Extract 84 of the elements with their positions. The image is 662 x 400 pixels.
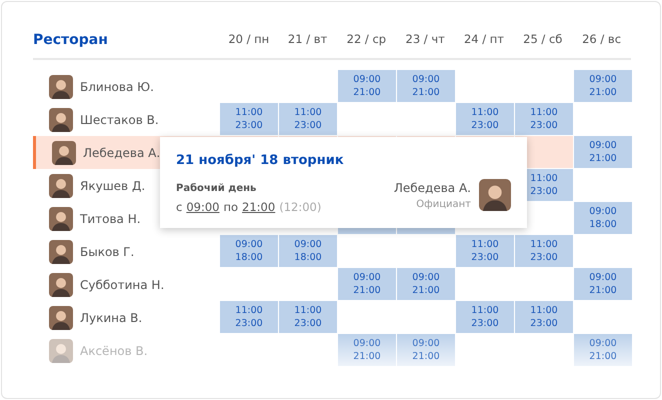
employee-name: Аксёнов В.	[80, 342, 148, 360]
shift-start: 11:00	[294, 304, 322, 317]
employee-name: Титова Н.	[80, 210, 141, 228]
shift-end: 21:00	[353, 284, 381, 297]
shift-end: 21:00	[412, 86, 440, 99]
shift-start: 09:00	[353, 271, 381, 284]
shift-start: 09:00	[589, 271, 617, 284]
avatar-icon	[49, 108, 73, 132]
shift-start: 09:00	[294, 238, 322, 251]
shift-start: 09:00	[412, 271, 440, 284]
shift-end: 21:00	[353, 350, 381, 363]
shift-start: 11:00	[294, 106, 322, 119]
shift-end: 23:00	[294, 119, 322, 132]
to-label: по	[223, 198, 238, 216]
popup-date: 21 ноября' 18 вторник	[176, 152, 345, 170]
popup-label: Рабочий день	[176, 182, 258, 196]
shift-start: 09:00	[589, 73, 617, 86]
section-title: Ресторан	[33, 30, 109, 50]
shift-start: 11:00	[530, 172, 558, 185]
shift-end: 23:00	[530, 317, 558, 330]
day-header: 26 / вс	[581, 31, 622, 48]
avatar-icon	[479, 179, 511, 211]
day-header: 20 / пн	[227, 31, 270, 48]
avatar-icon	[49, 174, 73, 198]
avatar-icon	[49, 306, 73, 330]
shift-end: 23:00	[471, 251, 499, 264]
shift-end: 23:00	[530, 251, 558, 264]
day-header: 22 / ср	[346, 31, 388, 48]
avatar-icon	[49, 338, 73, 362]
shift-end: 21:00	[353, 86, 381, 99]
avatar-icon	[52, 140, 76, 164]
employee-name: Лукина В.	[80, 310, 142, 326]
shift-end: 21:00	[589, 86, 617, 99]
shift-end: 18:00	[589, 218, 617, 231]
shift-end: 21:00	[412, 284, 440, 297]
day-header: 24 / пт	[462, 31, 505, 48]
shift-end: 21:00	[412, 350, 440, 363]
start-time: 09:00	[186, 198, 220, 216]
from-label: с	[176, 198, 182, 216]
shift-end: 18:00	[235, 251, 263, 264]
shift-start: 11:00	[471, 304, 499, 317]
shift-start: 11:00	[530, 106, 558, 119]
employee-name: Лебедева А.	[83, 144, 160, 162]
shift-start: 11:00	[235, 304, 263, 317]
shift-end: 23:00	[294, 317, 322, 330]
avatar-icon	[49, 240, 73, 264]
avatar-icon	[49, 272, 73, 296]
shift-end: 23:00	[530, 185, 558, 198]
duration-text: (12:00)	[279, 198, 322, 216]
shift-end: 23:00	[235, 317, 263, 330]
shift-start: 09:00	[235, 238, 263, 251]
employee-name: Блинова Ю.	[80, 78, 154, 96]
shift-start: 09:00	[589, 139, 617, 152]
employee-name: Якушев Д.	[80, 178, 146, 194]
shift-end: 23:00	[530, 119, 558, 132]
shift-end: 23:00	[471, 119, 499, 132]
avatar-icon	[49, 74, 73, 98]
shift-start: 09:00	[353, 337, 381, 350]
shift-start: 11:00	[471, 238, 499, 251]
shift-end: 21:00	[589, 284, 617, 297]
popup-role: Официант	[416, 198, 471, 212]
end-time: 21:00	[242, 198, 276, 216]
shift-start: 11:00	[471, 106, 499, 119]
employee-name: Быков Г.	[80, 244, 134, 260]
shift-end: 23:00	[235, 119, 263, 132]
day-header: 25 / сб	[522, 31, 564, 48]
shift-start: 09:00	[412, 337, 440, 350]
shift-end: 21:00	[589, 152, 617, 165]
shift-end: 23:00	[471, 317, 499, 330]
avatar-icon	[49, 206, 73, 230]
shift-start: 09:00	[589, 337, 617, 350]
popup-employee: Лебедева А.	[394, 180, 471, 196]
shift-start: 11:00	[530, 238, 558, 251]
shift-end: 18:00	[294, 251, 322, 264]
day-header: 21 / вт	[286, 31, 328, 48]
employee-name: Шестаков В.	[80, 112, 159, 128]
shift-start: 11:00	[235, 106, 263, 119]
shift-start: 09:00	[412, 73, 440, 86]
day-header: 23 / чт	[404, 31, 446, 48]
shift-start: 09:00	[353, 73, 381, 86]
shift-start: 11:00	[530, 304, 558, 317]
employee-name: Субботина Н.	[80, 276, 164, 294]
shift-end: 21:00	[589, 350, 617, 363]
shift-start: 09:00	[589, 205, 617, 218]
